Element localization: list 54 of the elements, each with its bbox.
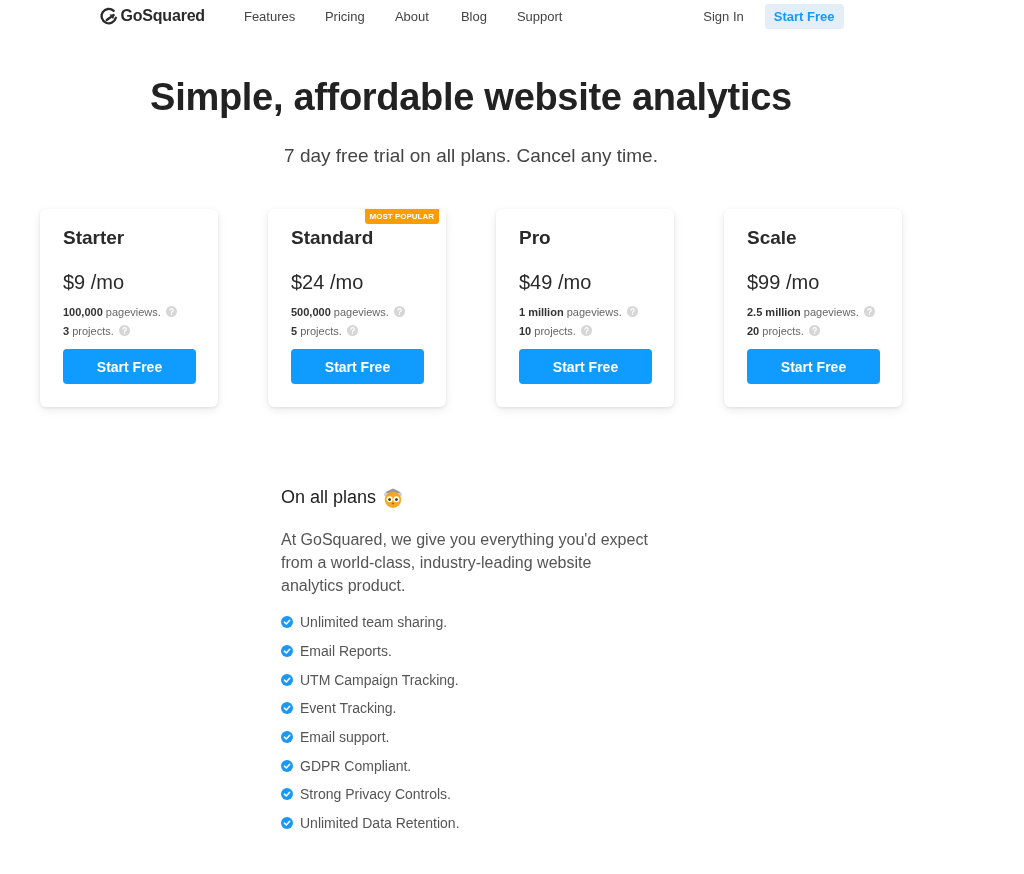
check-icon xyxy=(281,817,293,830)
help-icon[interactable] xyxy=(863,306,875,317)
plan-price: $49 /mo xyxy=(519,270,593,295)
plan-price: $24 /mo xyxy=(291,270,365,295)
plan-name: Scale xyxy=(747,226,798,250)
section-heading: On all plans xyxy=(281,486,377,509)
feature-item: Strong Privacy Controls. xyxy=(300,786,451,803)
check-icon xyxy=(281,673,293,686)
section-text: At GoSquared, we give you everything you'd expect from a world-class, industry-leading website analytics product. xyxy=(281,530,649,596)
plan-name: Pro xyxy=(519,226,552,250)
feature-item: Unlimited Data Retention. xyxy=(300,815,460,832)
plan-name: Starter xyxy=(63,226,126,250)
feature-item: UTM Campaign Tracking. xyxy=(300,671,459,688)
plan-price: $9 /mo xyxy=(63,270,126,295)
feature-item: Email Reports. xyxy=(300,643,392,660)
check-icon xyxy=(281,759,293,772)
help-icon[interactable] xyxy=(118,325,130,336)
plan-feature: 100,000 pageviews. xyxy=(63,305,161,318)
nav-link[interactable]: Blog xyxy=(460,8,517,24)
nav-link[interactable]: Pricing xyxy=(324,8,395,24)
logo-icon[interactable] xyxy=(99,7,118,25)
logo-link[interactable]: GoSquared xyxy=(99,7,205,25)
plan-feature: 500,000 pageviews. xyxy=(291,305,389,318)
plan-price: $99 /mo xyxy=(747,270,821,295)
subtitle: 7 day free trial on all plans. Cancel any time. xyxy=(284,144,658,168)
popular-badge: MOST POPULAR xyxy=(364,209,439,224)
plan-feature: 1 million pageviews. xyxy=(519,305,622,318)
check-icon xyxy=(281,702,293,715)
plan-name: Standard xyxy=(291,226,375,250)
plan-feature: 2.5 million pageviews. xyxy=(747,305,859,318)
feature-item: Email support. xyxy=(300,729,390,746)
plan-feature: 5 projects. xyxy=(291,324,342,337)
help-icon[interactable] xyxy=(393,306,405,317)
help-icon[interactable] xyxy=(808,325,820,336)
check-icon xyxy=(281,788,293,801)
help-icon[interactable] xyxy=(580,325,592,336)
check-icon xyxy=(281,616,293,629)
plan-feature: 20 projects. xyxy=(747,324,804,337)
check-icon xyxy=(281,645,293,658)
plan-feature: 3 projects. xyxy=(63,324,114,337)
feature-item: Event Tracking. xyxy=(300,700,397,717)
help-icon[interactable] xyxy=(346,325,358,336)
sign-in-link[interactable]: Sign In xyxy=(703,8,744,24)
help-icon[interactable] xyxy=(165,306,177,317)
help-icon[interactable] xyxy=(626,306,638,317)
feature-item: Unlimited team sharing. xyxy=(300,614,448,631)
plan-feature: 10 projects. xyxy=(519,324,576,337)
feature-item: GDPR Compliant. xyxy=(300,757,412,774)
page-title: Simple, affordable website analytics xyxy=(150,75,792,119)
check-icon xyxy=(281,731,293,744)
nav-link[interactable]: About xyxy=(394,8,461,24)
owl-icon xyxy=(384,486,403,508)
nav-link[interactable]: Support xyxy=(516,8,563,24)
nav-link[interactable]: Features xyxy=(243,8,325,24)
